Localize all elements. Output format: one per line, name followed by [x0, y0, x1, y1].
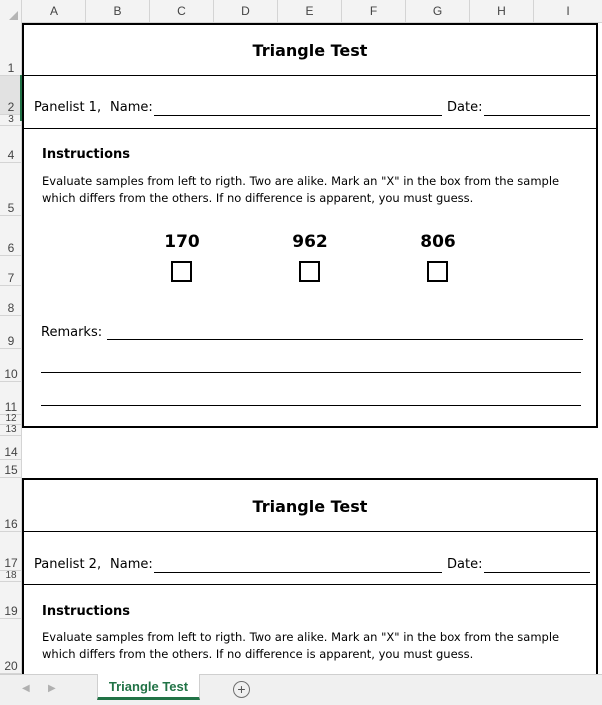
column-header-b[interactable]: B [86, 0, 150, 23]
row-header-15-label: 15 [4, 463, 18, 477]
row-header-8[interactable]: 8 [0, 286, 21, 316]
form-2-header-divider [24, 584, 596, 585]
row-header-19[interactable]: 19 [0, 582, 21, 619]
row-header-9-label: 9 [7, 334, 15, 348]
form-1-sample-1-checkbox[interactable] [171, 261, 192, 282]
form-1-remarks-line-3[interactable] [41, 405, 581, 406]
form-1-sample-2-code: 962 [292, 232, 328, 252]
form-1-instructions-heading: Instructions [42, 147, 131, 162]
row-header-16-label: 16 [4, 517, 18, 531]
form-1-remarks-line-2[interactable] [41, 372, 581, 373]
column-header-d[interactable]: D [214, 0, 278, 23]
row-header-10-label: 10 [4, 367, 18, 381]
row-header-14[interactable]: 14 [0, 436, 21, 460]
form-2-instructions-text: Evaluate samples from left to rigth. Two… [42, 630, 560, 661]
row-header-17-label: 17 [4, 556, 18, 570]
form-1-sample-1-code: 170 [164, 232, 200, 252]
row-header-18-label: 18 [5, 570, 17, 581]
form-2-date-label: Date: [447, 557, 483, 572]
row-header-7[interactable]: 7 [0, 256, 21, 286]
row-header-3-label: 3 [8, 114, 14, 125]
row-header-1-label: 1 [7, 61, 15, 75]
sheet-tab-bar: ◀ ▶ Triangle Test + [0, 674, 602, 705]
row-header-2-label: 2 [7, 100, 15, 114]
row-header-5[interactable]: 5 [0, 163, 21, 216]
column-header-g[interactable]: G [406, 0, 470, 23]
row-header-7-label: 7 [7, 271, 15, 285]
form-1-panelist-label: Panelist 1, [34, 100, 102, 115]
row-header-13[interactable]: 13 [0, 424, 21, 436]
form-1-date-line[interactable] [484, 115, 590, 116]
form-1-date-label: Date: [447, 100, 483, 115]
row-header-18[interactable]: 18 [0, 570, 21, 582]
form-2-date-line[interactable] [484, 572, 590, 573]
form-2-title-divider [24, 531, 596, 532]
column-header-a[interactable]: A [23, 0, 86, 23]
form-1-remarks-label: Remarks: [41, 325, 103, 340]
row-header-bar: 1 2 3 4 5 6 7 8 9 10 11 12 13 14 15 16 1… [0, 23, 22, 674]
form-1-sample-3-code: 806 [420, 232, 456, 252]
row-header-11[interactable]: 11 [0, 382, 21, 415]
row-header-4[interactable]: 4 [0, 126, 21, 163]
row-header-9[interactable]: 9 [0, 316, 21, 349]
triangle-test-form-2: Triangle Test Panelist 2, Name: Date: In… [22, 478, 598, 674]
row-header-6-label: 6 [7, 241, 15, 255]
form-1-header-divider [24, 128, 596, 129]
row-header-2[interactable]: 2 [0, 76, 21, 115]
row-header-14-label: 14 [4, 445, 18, 459]
form-1-title: Triangle Test [252, 41, 368, 60]
row-header-15[interactable]: 15 [0, 460, 21, 478]
form-2-title: Triangle Test [252, 497, 368, 516]
form-1-name-line[interactable] [154, 115, 442, 116]
form-1-remarks-line-1[interactable] [107, 339, 583, 340]
row-header-17[interactable]: 17 [0, 532, 21, 571]
column-header-bar: A B C D E F G H I [0, 0, 602, 23]
row-header-1[interactable]: 1 [0, 23, 21, 76]
row-header-6[interactable]: 6 [0, 216, 21, 256]
triangle-test-form-1: Triangle Test Panelist 1, Name: Date: In… [22, 23, 598, 428]
row-header-10[interactable]: 10 [0, 349, 21, 382]
form-1-sample-2-checkbox[interactable] [299, 261, 320, 282]
row-header-12-label: 12 [5, 413, 17, 424]
form-1-name-label: Name: [110, 100, 153, 115]
column-header-h[interactable]: H [470, 0, 534, 23]
worksheet-grid[interactable]: Triangle Test Panelist 1, Name: Date: In… [22, 23, 602, 674]
column-header-c[interactable]: C [150, 0, 214, 23]
row-header-4-label: 4 [7, 148, 15, 162]
row-header-20[interactable]: 20 [0, 619, 21, 674]
row-header-19-label: 19 [4, 604, 18, 618]
row-header-13-label: 13 [5, 424, 17, 435]
sheet-tab-triangle-test[interactable]: Triangle Test [97, 674, 200, 700]
row-header-11-label: 11 [4, 400, 18, 414]
add-sheet-plus-icon[interactable]: + [233, 681, 250, 698]
select-all-triangle-icon [9, 11, 18, 20]
form-2-instructions-heading: Instructions [42, 604, 131, 619]
column-header-i[interactable]: I [534, 0, 602, 23]
column-header-e[interactable]: E [278, 0, 342, 23]
select-all-corner[interactable] [0, 0, 22, 23]
row-header-5-label: 5 [7, 201, 15, 215]
form-2-name-line[interactable] [154, 572, 442, 573]
row-header-3[interactable]: 3 [0, 114, 21, 126]
form-1-title-divider [24, 75, 596, 76]
form-1-instructions-text: Evaluate samples from left to rigth. Two… [42, 174, 560, 205]
row-header-20-label: 20 [4, 659, 18, 673]
row-header-16[interactable]: 16 [0, 478, 21, 532]
form-2-panelist-label: Panelist 2, [34, 557, 102, 572]
column-header-f[interactable]: F [342, 0, 406, 23]
row-header-8-label: 8 [7, 301, 15, 315]
form-1-sample-3-checkbox[interactable] [427, 261, 448, 282]
form-2-name-label: Name: [110, 557, 153, 572]
tab-scroll-right-icon[interactable]: ▶ [48, 683, 56, 694]
tab-scroll-left-icon[interactable]: ◀ [22, 683, 30, 694]
